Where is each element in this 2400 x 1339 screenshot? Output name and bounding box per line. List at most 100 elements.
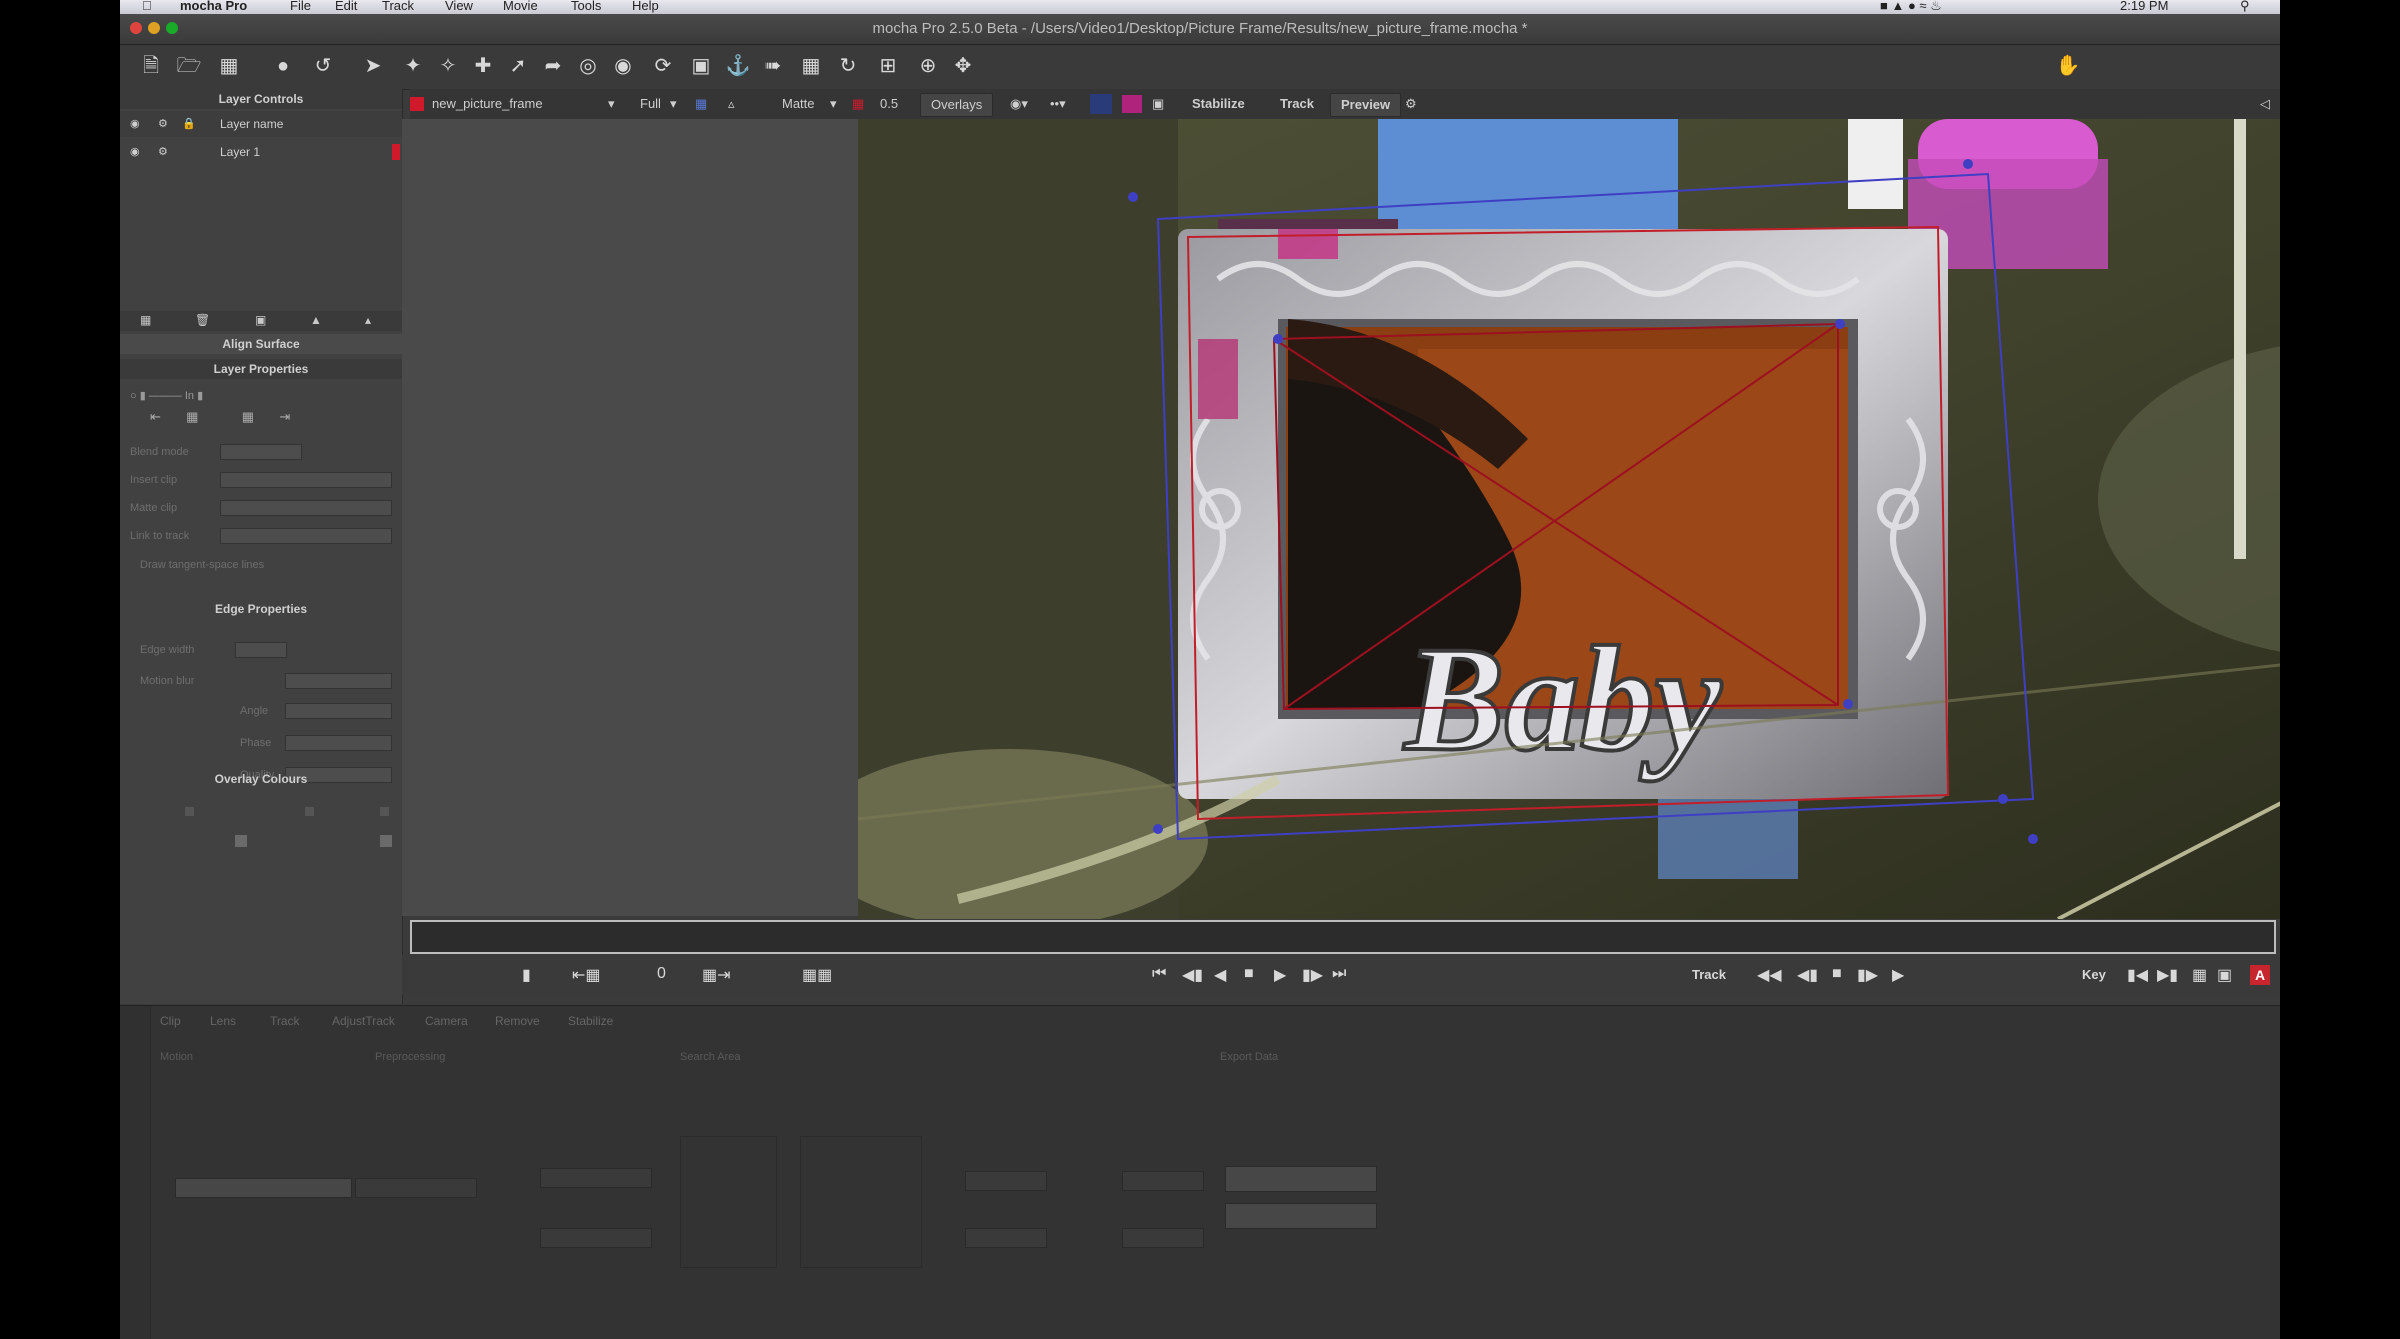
draw-options-icon[interactable]: ••▾ bbox=[1050, 96, 1066, 112]
settings-icon[interactable]: ⚙ bbox=[1405, 96, 1417, 112]
menu-view[interactable]: View bbox=[445, 0, 473, 13]
preprocessing-field[interactable] bbox=[355, 1178, 477, 1198]
angle-field[interactable] bbox=[285, 703, 392, 719]
matte-clip-select[interactable] bbox=[220, 500, 392, 516]
track-forward-icon[interactable]: ▶ bbox=[1892, 965, 1904, 985]
min-pixels-field[interactable] bbox=[540, 1168, 652, 1188]
chevron-down-icon[interactable]: ▾ bbox=[830, 96, 837, 112]
layout-icon[interactable]: ▦ bbox=[695, 96, 707, 112]
add-layer-icon[interactable]: ▦ bbox=[140, 313, 151, 327]
transform-icon[interactable]: ◎ bbox=[575, 53, 601, 79]
lock-icon[interactable]: 🔒 bbox=[182, 111, 196, 137]
select-icon[interactable]: ➦ bbox=[540, 53, 566, 79]
overlay-colour-row[interactable] bbox=[130, 807, 390, 817]
draw-lines-checkbox[interactable]: Draw tangent-space lines bbox=[140, 559, 264, 571]
record-icon[interactable]: ● bbox=[270, 53, 296, 79]
undo-icon[interactable]: ↺ bbox=[310, 53, 336, 79]
tab-camera[interactable]: Camera bbox=[425, 1014, 468, 1028]
visibility-icon[interactable]: ◉ bbox=[130, 139, 140, 165]
menu-edit[interactable]: Edit bbox=[335, 0, 357, 13]
link-icon[interactable]: ➠ bbox=[760, 53, 786, 79]
export-tracking-data-button[interactable] bbox=[1225, 1166, 1377, 1192]
add-key-icon[interactable]: ▦ bbox=[2192, 965, 2207, 985]
add-point-icon[interactable]: ✚ bbox=[470, 53, 496, 79]
matte-icon[interactable]: ▦ bbox=[852, 96, 864, 112]
next-key-icon[interactable]: ▶▮ bbox=[2157, 965, 2178, 985]
clip-select[interactable]: new_picture_frame bbox=[432, 96, 543, 111]
autokey-icon[interactable]: A bbox=[2250, 965, 2270, 985]
new-project-icon[interactable]: 🗎 bbox=[138, 53, 164, 79]
motion-options-group[interactable] bbox=[680, 1136, 777, 1268]
play-backward-icon[interactable]: ◀ bbox=[1214, 965, 1226, 985]
step-forward-icon[interactable]: ▮▶ bbox=[1302, 965, 1323, 985]
tab-stabilize[interactable]: Stabilize bbox=[568, 1014, 613, 1028]
tab-track[interactable]: Track bbox=[270, 1014, 300, 1028]
track-stop-icon[interactable]: ■ bbox=[1832, 965, 1842, 983]
chevron-down-icon[interactable]: ▾ bbox=[670, 96, 677, 112]
rotate-icon[interactable]: ⟳ bbox=[650, 53, 676, 79]
duplicate-layer-icon[interactable]: ▣ bbox=[255, 313, 266, 327]
export-shape-data-button[interactable] bbox=[1225, 1203, 1377, 1229]
view-mode-select[interactable]: Matte bbox=[782, 96, 815, 111]
input-clip-select[interactable] bbox=[175, 1178, 352, 1198]
overlays-button[interactable]: Overlays bbox=[920, 93, 994, 117]
delete-layer-icon[interactable]: 🗑 bbox=[195, 313, 210, 327]
layer-up-icon[interactable]: ▴ bbox=[365, 313, 371, 327]
layer-row[interactable]: ◉ ⚙ Layer 1 bbox=[120, 139, 402, 165]
resolution-select[interactable]: Full bbox=[640, 96, 661, 111]
aspect-icon[interactable]: ▵ bbox=[728, 96, 735, 112]
tab-lens[interactable]: Lens bbox=[210, 1014, 236, 1028]
tab-clip[interactable]: Clip bbox=[160, 1014, 181, 1028]
prev-key-icon[interactable]: ▮◀ bbox=[2127, 965, 2148, 985]
edge-width-field[interactable] bbox=[235, 642, 287, 658]
gear-icon[interactable]: ⚙ bbox=[158, 111, 168, 137]
gear-icon[interactable]: ⚙ bbox=[158, 139, 168, 165]
magnet-icon[interactable]: ➚ bbox=[505, 53, 531, 79]
align-surface-button[interactable]: Align Surface bbox=[120, 334, 402, 354]
collapse-icon[interactable]: ◁ bbox=[2260, 96, 2270, 112]
layer-name[interactable]: Layer 1 bbox=[220, 139, 260, 165]
bezier-tool-icon[interactable]: ✧ bbox=[435, 53, 461, 79]
show-layer-mattes-icon[interactable] bbox=[1122, 95, 1142, 113]
in-out-icons[interactable]: ⇤ ▦ ▦ ⇥ bbox=[150, 409, 290, 425]
surface-tool-icon[interactable]: ▣ bbox=[688, 53, 714, 79]
crop-icon[interactable]: ⊞ bbox=[875, 53, 901, 79]
preview-button[interactable]: Preview bbox=[1330, 93, 1402, 117]
track-view-button[interactable]: Track bbox=[1280, 96, 1314, 111]
current-frame[interactable]: 0 bbox=[657, 965, 666, 983]
menu-help[interactable]: Help bbox=[632, 0, 659, 13]
spotlight-icon[interactable]: ⚲ bbox=[2240, 0, 2250, 13]
refresh-icon[interactable]: ↻ bbox=[835, 53, 861, 79]
chevron-down-icon[interactable]: ▾ bbox=[608, 96, 615, 112]
zoom-field[interactable] bbox=[1122, 1228, 1204, 1248]
menu-file[interactable]: File bbox=[290, 0, 311, 13]
pointer-icon[interactable]: ➤ bbox=[360, 53, 386, 79]
track-backward-icon[interactable]: ◀◀ bbox=[1757, 965, 1782, 985]
show-planar-surface-icon[interactable] bbox=[1090, 94, 1112, 114]
motion-blur-field[interactable] bbox=[285, 673, 392, 689]
hand-icon[interactable]: ✋ bbox=[2055, 53, 2081, 79]
search-options-group[interactable] bbox=[800, 1136, 922, 1268]
set-in-icon[interactable]: ⇤▦ bbox=[572, 965, 601, 985]
phase-field[interactable] bbox=[285, 735, 392, 751]
anchor-icon[interactable]: ⚓ bbox=[725, 53, 751, 79]
tab-adjusttrack[interactable]: AdjustTrack bbox=[332, 1014, 395, 1028]
vertical-field[interactable] bbox=[965, 1228, 1047, 1248]
x-spline-tool-icon[interactable]: ✦ bbox=[400, 53, 426, 79]
pan-tool-icon[interactable]: ✥ bbox=[950, 53, 976, 79]
zoom-timeline-icon[interactable]: ▦▦ bbox=[802, 965, 832, 985]
view-options-icon[interactable]: ◉▾ bbox=[1010, 96, 1028, 112]
app-menu-name[interactable]: mocha Pro bbox=[180, 0, 247, 13]
timeline-scrubber[interactable] bbox=[410, 920, 2276, 954]
stop-icon[interactable]: ■ bbox=[1244, 965, 1254, 983]
track-back-one-icon[interactable]: ◀▮ bbox=[1797, 965, 1818, 985]
step-back-icon[interactable]: ◀▮ bbox=[1182, 965, 1203, 985]
params-side-tab[interactable] bbox=[120, 1006, 151, 1339]
show-grid-icon[interactable]: ▣ bbox=[1152, 96, 1164, 112]
zoom-level[interactable]: 0.5 bbox=[880, 96, 898, 111]
in-point-icon[interactable]: ▮ bbox=[522, 965, 531, 985]
stabilize-button[interactable]: Stabilize bbox=[1192, 96, 1245, 111]
zoom-tool-icon[interactable]: ⊕ bbox=[915, 53, 941, 79]
blend-mode-select[interactable] bbox=[220, 444, 302, 460]
video-canvas[interactable]: Baby bbox=[858, 119, 2280, 919]
